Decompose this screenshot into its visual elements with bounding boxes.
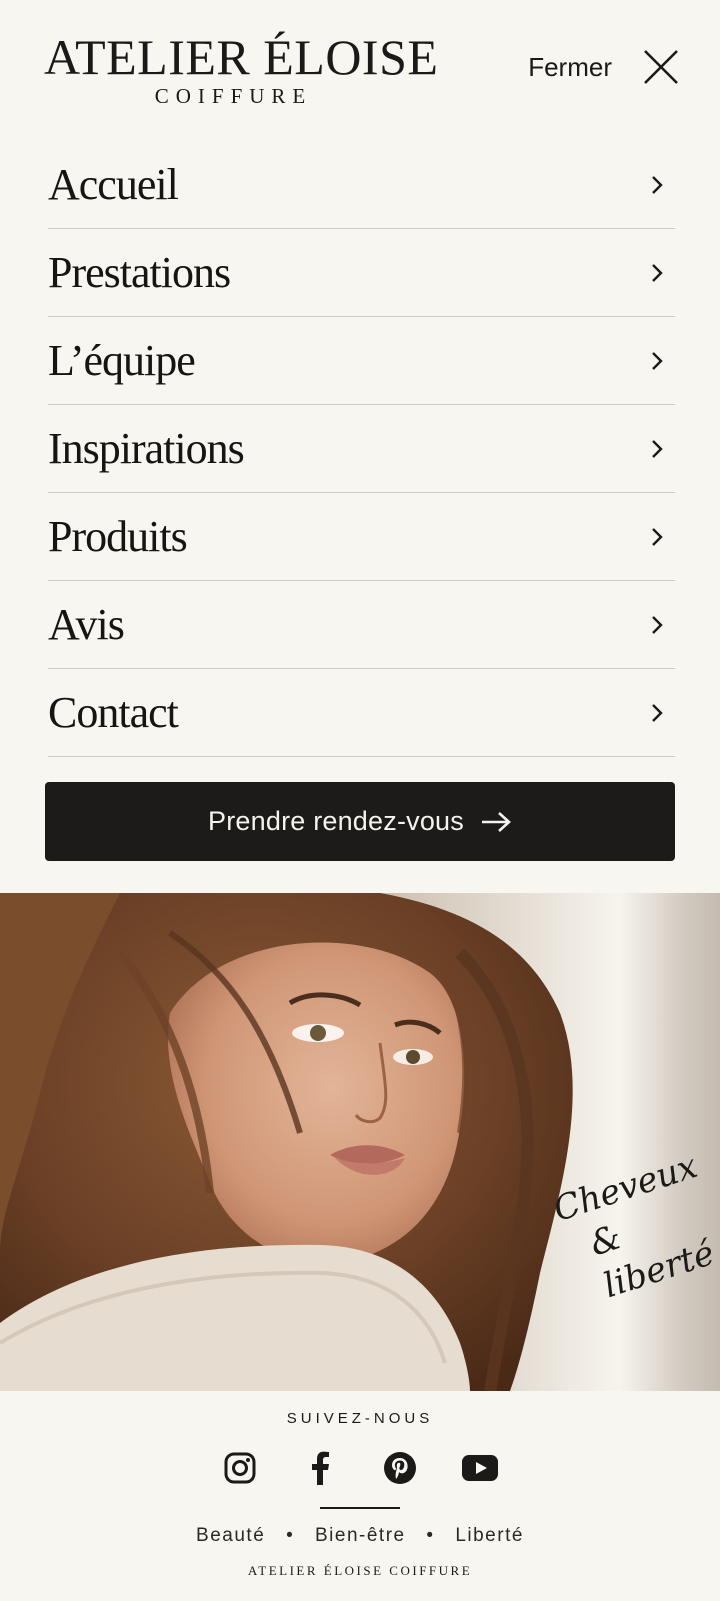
- book-appointment-label: Prendre rendez-vous: [208, 806, 464, 836]
- header: ATELIER ÉLOISE COIFFURE Fermer: [0, 0, 720, 140]
- pinterest-icon: [384, 1452, 416, 1484]
- menu-item-label: Prestations: [48, 248, 231, 297]
- close-icon[interactable]: [642, 48, 680, 86]
- footer-brand: ATELIER ÉLOISE COIFFURE: [247, 1563, 473, 1578]
- main-menu: Accueil Prestations L’équipe Inspiration…: [48, 141, 675, 757]
- chevron-right-icon: [652, 175, 663, 194]
- hero-photo: [0, 893, 720, 1391]
- menu-item-avis[interactable]: Avis: [48, 581, 675, 669]
- chevron-right-icon: [652, 351, 663, 370]
- footer-divider: [320, 1507, 400, 1509]
- menu-item-label: Contact: [48, 688, 179, 737]
- follow-us-label: SUIVEZ-NOUS: [286, 1410, 434, 1427]
- menu-item-accueil[interactable]: Accueil: [48, 141, 675, 229]
- chevron-right-icon: [652, 615, 663, 634]
- value-bien-etre: Bien-être: [315, 1525, 406, 1546]
- menu-item-label: Avis: [48, 600, 125, 649]
- youtube-icon: [462, 1455, 498, 1481]
- menu-item-equipe[interactable]: L’équipe: [48, 317, 675, 405]
- pinterest-link[interactable]: [380, 1448, 420, 1488]
- close-label: Fermer: [528, 51, 612, 82]
- brand-values: Beauté • Bien-être • Liberté: [0, 1525, 720, 1547]
- facebook-icon: [312, 1451, 329, 1485]
- hero-portrait-illustration: [0, 893, 720, 1391]
- youtube-link[interactable]: [460, 1448, 500, 1488]
- social-links: [0, 1448, 720, 1488]
- menu-item-label: Produits: [48, 512, 188, 561]
- menu-item-label: L’équipe: [48, 336, 196, 385]
- chevron-right-icon: [652, 263, 663, 282]
- logo[interactable]: ATELIER ÉLOISE COIFFURE: [44, 29, 439, 109]
- separator-dot: •: [426, 1525, 435, 1546]
- instagram-icon: [224, 1452, 256, 1484]
- menu-item-label: Inspirations: [48, 424, 245, 473]
- chevron-right-icon: [652, 703, 663, 722]
- close-menu-button[interactable]: Fermer: [528, 48, 680, 86]
- menu-item-inspirations[interactable]: Inspirations: [48, 405, 675, 493]
- menu-item-produits[interactable]: Produits: [48, 493, 675, 581]
- logo-subtitle: COIFFURE: [154, 84, 313, 108]
- value-liberte: Liberté: [455, 1525, 524, 1546]
- arrow-right-icon: [481, 811, 511, 832]
- chevron-right-icon: [652, 527, 663, 546]
- facebook-link[interactable]: [300, 1448, 340, 1488]
- chevron-right-icon: [652, 439, 663, 458]
- separator-dot: •: [286, 1525, 295, 1546]
- menu-item-label: Accueil: [48, 160, 179, 209]
- menu-item-prestations[interactable]: Prestations: [48, 229, 675, 317]
- book-appointment-button[interactable]: Prendre rendez-vous: [45, 782, 675, 861]
- logo-title: ATELIER ÉLOISE: [44, 29, 439, 85]
- value-beaute: Beauté: [196, 1525, 266, 1546]
- instagram-link[interactable]: [220, 1448, 260, 1488]
- menu-item-contact[interactable]: Contact: [48, 669, 675, 757]
